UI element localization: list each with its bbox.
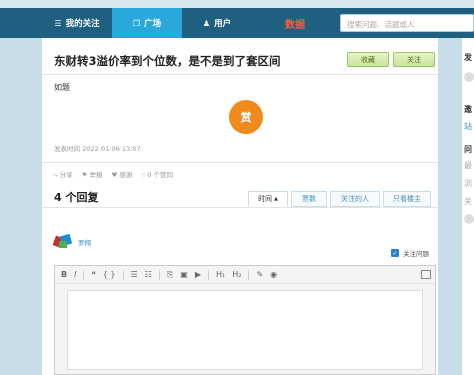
avatar[interactable] (52, 233, 74, 249)
separator (83, 269, 85, 280)
collect-button[interactable]: 收藏 (347, 52, 389, 67)
caret-up-icon: ▲ (274, 196, 278, 202)
list-icon: ☰ (54, 18, 62, 28)
reply-textarea[interactable] (67, 290, 423, 370)
eraser-icon[interactable]: ✎ (256, 270, 263, 279)
sidebar-fragment: 最 (464, 161, 472, 170)
tab-op-only[interactable]: 只看楼主 (383, 191, 431, 207)
tab-time[interactable]: 时间 ▲ (248, 191, 288, 207)
nav-label: 用户 (214, 19, 232, 29)
sidebar-fragment: 问 (464, 145, 472, 154)
divider (42, 74, 438, 75)
search-placeholder: 搜索问题、话题或人 (347, 20, 415, 29)
follow-button[interactable]: 关注 (393, 52, 435, 67)
sidebar-fragment: 浏 (464, 179, 472, 188)
right-sidebar: 发 邀 站 问 最 浏 关 (462, 38, 474, 375)
check-icon: ✓ (391, 249, 399, 257)
divider (42, 162, 438, 163)
avatar (464, 214, 474, 224)
nav-my-follows[interactable]: ☰ 我的关注 (42, 8, 112, 38)
flag-icon: ⚑ (81, 171, 88, 179)
code-icon[interactable]: { } (103, 270, 116, 279)
nav-data[interactable]: 数据 (252, 8, 338, 38)
tab-followed-people[interactable]: 关注的人 (330, 191, 380, 207)
share-icon: ⤷ (54, 171, 58, 179)
separator (122, 269, 124, 280)
user-icon: ♟ (202, 18, 211, 28)
like-action[interactable]: ☝ 0 个赞同 (141, 169, 173, 180)
main-nav: ☰ 我的关注 ❐ 广场 ♟ 用户 数据 (42, 8, 338, 38)
link-icon[interactable]: ⎘ (167, 270, 173, 280)
italic-icon[interactable]: I (74, 270, 76, 279)
video-icon[interactable]: ▶ (195, 270, 201, 279)
editor-toolbar: B I ❝ { } ☰ ☷ ⎘ ▣ ▶ H₁ H₂ ✎ ◉ (55, 266, 435, 284)
separator (248, 269, 250, 280)
nav-label: 广场 (144, 19, 162, 29)
search-input[interactable]: 搜索问题、话题或人 (340, 14, 474, 32)
separator (158, 269, 160, 280)
answers-count: 4 个回复 (54, 191, 99, 204)
question-actions: ⤷ 分享 ⚑ 举报 ♥ 感谢 ☝ 0 个赞同 (54, 169, 173, 180)
top-strip (0, 0, 474, 8)
bullet-list-icon[interactable]: ☰ (131, 270, 138, 279)
quote-icon[interactable]: ❝ (91, 270, 95, 279)
nav-square[interactable]: ❐ 广场 (112, 8, 182, 38)
numbered-list-icon[interactable]: ☷ (145, 270, 152, 279)
nav-users[interactable]: ♟ 用户 (182, 8, 252, 38)
follow-question-checkbox[interactable]: ✓ 关注问题 (391, 248, 429, 258)
sidebar-fragment: 发 (464, 53, 472, 62)
heart-icon: ♥ (111, 171, 118, 179)
preview-eye-icon[interactable]: ◉ (270, 270, 277, 279)
posted-time: 发表时间 2022-01-06 13:07 (54, 145, 141, 153)
nav-label: 数据 (285, 19, 305, 31)
fullscreen-icon[interactable] (421, 270, 431, 279)
thumbs-up-icon: ☝ (141, 171, 146, 179)
question-panel: 东财转3溢价率到个位数，是不是到了套区间 收藏 关注 如题 赏 发表时间 202… (42, 38, 438, 375)
username[interactable]: 罗翔 (78, 237, 91, 247)
sidebar-fragment: 邀 (464, 105, 472, 114)
question-title: 东财转3溢价率到个位数，是不是到了套区间 (54, 54, 281, 68)
answer-sort-tabs: 时间 ▲ 票数 关注的人 只看楼主 (248, 191, 431, 207)
share-action[interactable]: ⤷ 分享 (54, 169, 73, 180)
reply-editor: B I ❝ { } ☰ ☷ ⎘ ▣ ▶ H₁ H₂ ✎ ◉ (54, 265, 436, 375)
reward-button[interactable]: 赏 (229, 100, 263, 134)
bold-icon[interactable]: B (61, 270, 67, 279)
image-icon[interactable]: ▣ (180, 270, 188, 279)
report-action[interactable]: ⚑ 举报 (82, 169, 103, 180)
separator (207, 269, 209, 280)
avatar (464, 72, 474, 82)
heading2-icon[interactable]: H₂ (232, 270, 241, 279)
copy-icon: ❐ (132, 18, 141, 28)
thanks-action[interactable]: ♥ 感谢 (111, 169, 132, 180)
question-body: 如题 (54, 83, 70, 92)
nav-label: 我的关注 (65, 19, 100, 29)
heading1-icon[interactable]: H₁ (216, 270, 225, 279)
divider (42, 207, 438, 208)
sidebar-fragment: 关 (464, 197, 472, 206)
sidebar-fragment[interactable]: 站 (464, 121, 472, 132)
tab-votes[interactable]: 票数 (291, 191, 327, 207)
